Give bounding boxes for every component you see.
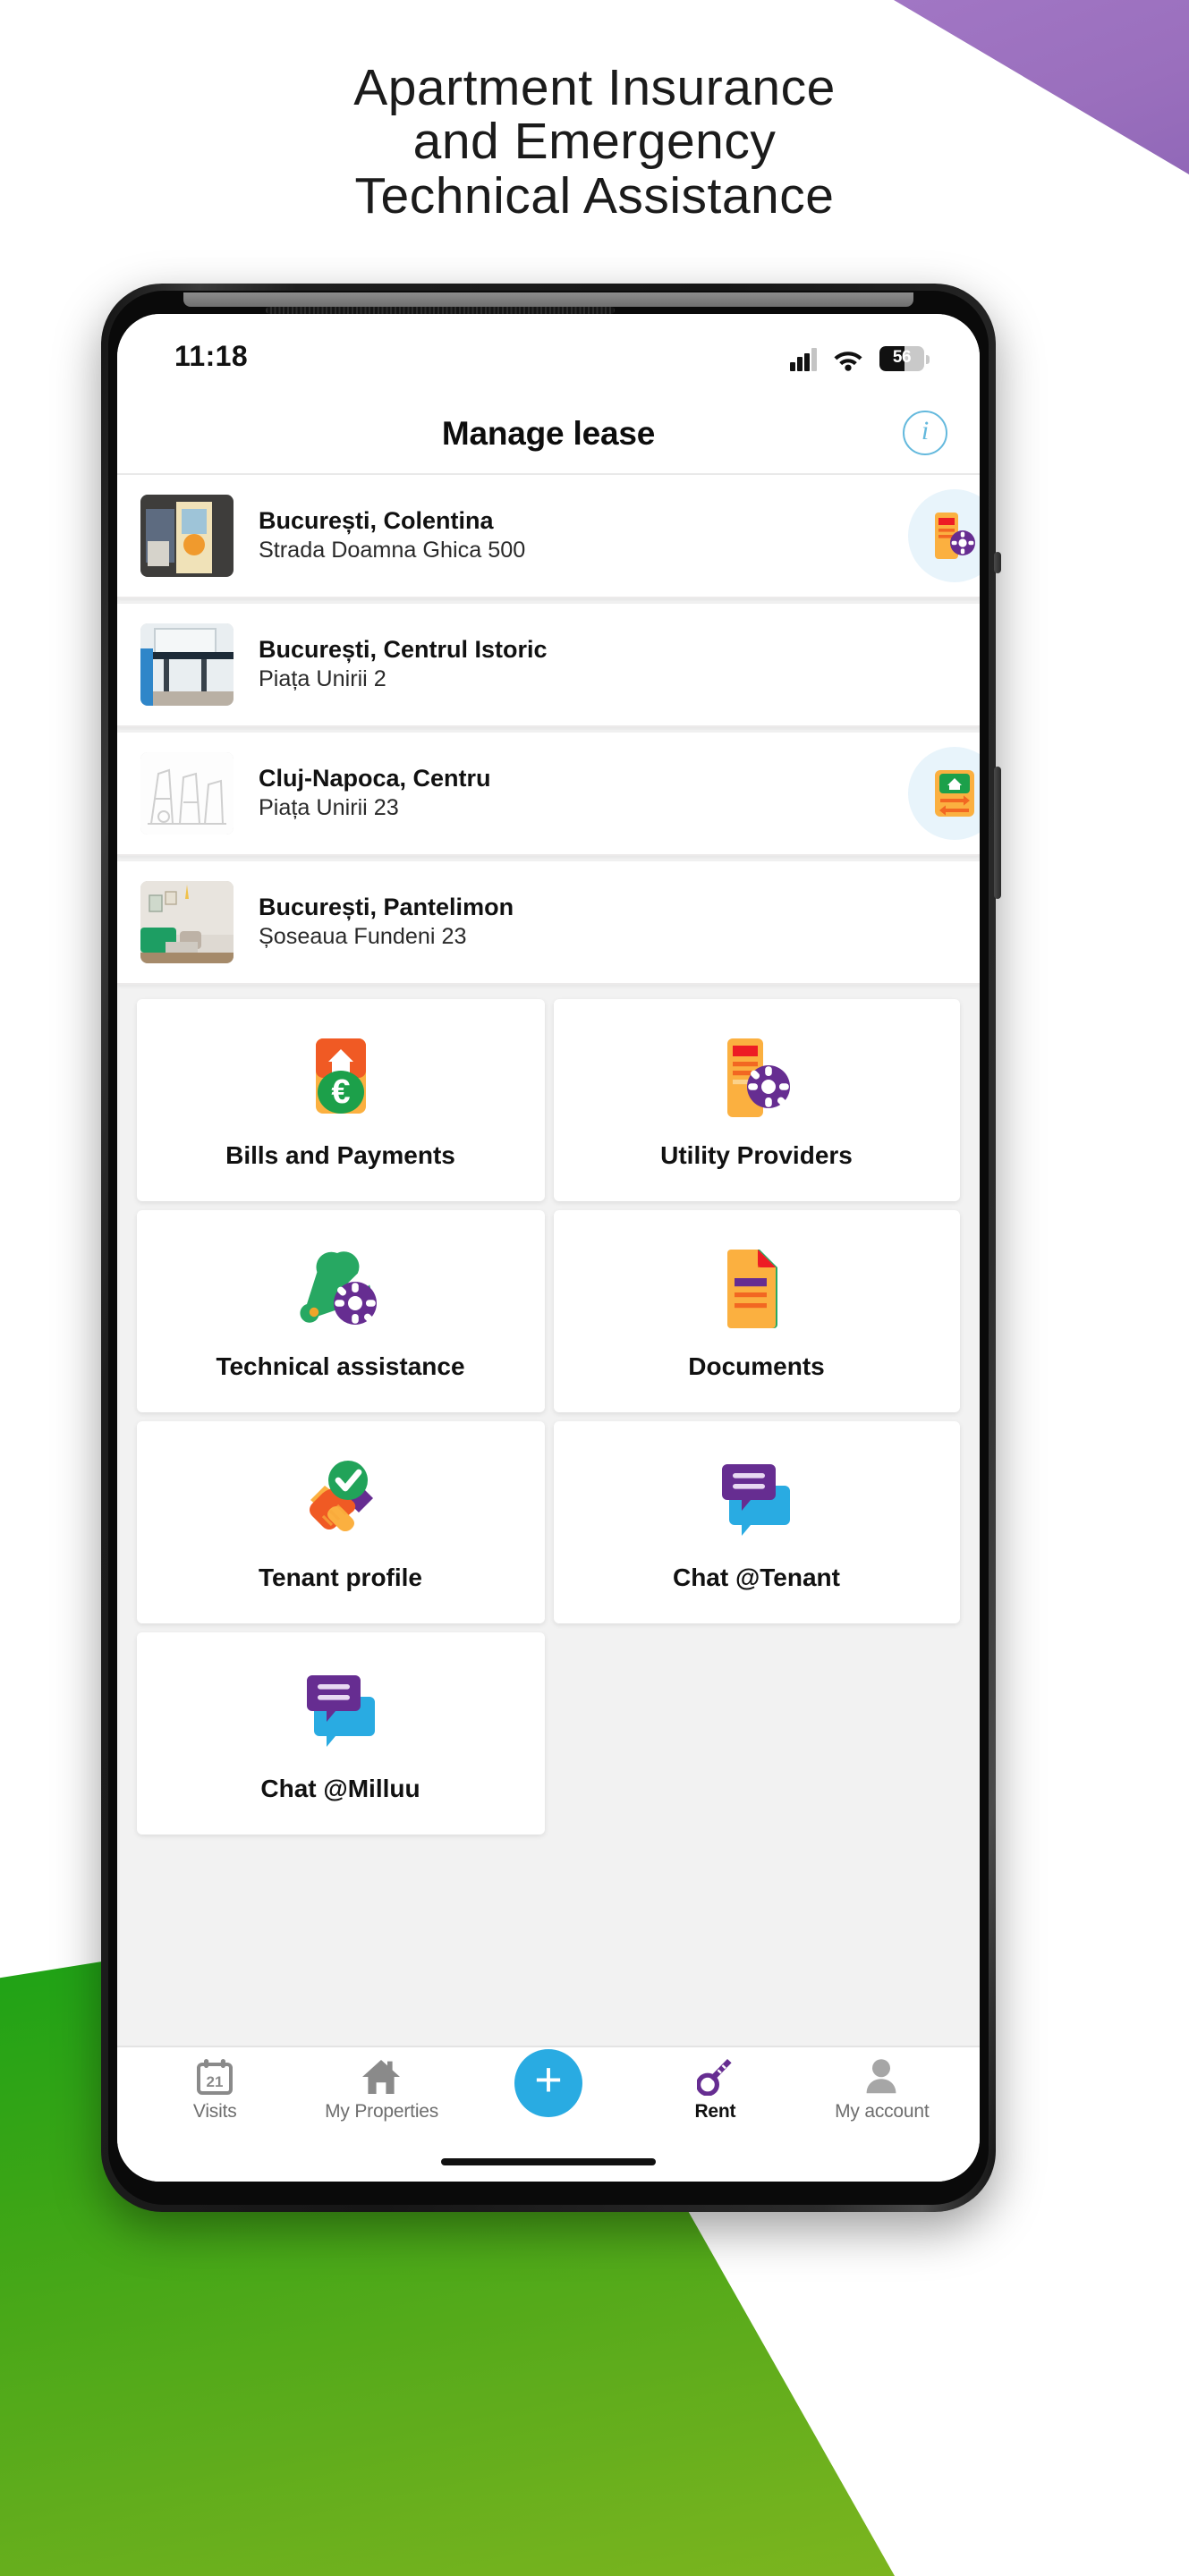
property-row[interactable]: București, Pantelimon Șoseaua Fundeni 23 [117, 861, 980, 985]
nav-label: My account [835, 2101, 930, 2123]
svg-text:€: € [331, 1072, 350, 1110]
tile-label: Technical assistance [216, 1351, 465, 1379]
property-address: Piața Unirii 2 [259, 666, 386, 692]
app-header: Manage lease i [117, 393, 980, 475]
page-title: Apartment Insurance and Emergency Techni… [0, 59, 1189, 225]
move-in-out-icon[interactable] [908, 747, 980, 840]
calendar-icon: 21 [196, 2056, 234, 2096]
utility-providers-icon [718, 1032, 796, 1122]
status-time: 11:18 [174, 343, 249, 373]
plus-fab-icon[interactable]: + [514, 2049, 582, 2117]
home-indicator[interactable] [441, 2158, 656, 2165]
info-circle-icon[interactable]: i [903, 411, 947, 455]
tile-bills-and-payments[interactable]: € Bills and Payments [137, 999, 544, 1201]
property-row[interactable]: Cluj-Napoca, Centru Piața Unirii 23 [117, 733, 980, 856]
tile-chat-tenant[interactable]: Chat @Tenant [553, 1421, 960, 1623]
property-row[interactable]: București, Centrul Istoric Piața Unirii … [117, 604, 980, 727]
nav-label: My Properties [325, 2101, 439, 2123]
screen-content: București, Colentina Strada Doamna Ghica… [117, 475, 980, 2046]
phone-top-trim [183, 292, 913, 307]
nav-label: Rent [694, 2101, 736, 2123]
property-text: București, Colentina Strada Doamna Ghica… [234, 505, 980, 566]
tile-tenant-profile[interactable]: Tenant profile [137, 1421, 544, 1623]
property-title: București, Centrul Istoric [259, 636, 548, 664]
property-address: Strada Doamna Ghica 500 [259, 538, 526, 564]
bills-and-payments-icon: € [301, 1032, 380, 1122]
phone-mockup: 11:18 56 Manage lease i București, Colen… [101, 284, 1001, 2212]
bottom-navigation: 21 Visits My Properties + Rent My accoun… [117, 2046, 980, 2142]
tile-label: Chat @Tenant [672, 1562, 840, 1590]
nav-item-my-properties[interactable]: My Properties [298, 2056, 464, 2123]
chat-bubbles-icon [716, 1454, 798, 1544]
nav-item-my-account[interactable]: My account [799, 2056, 965, 2123]
key-icon [696, 2056, 734, 2096]
battery-icon: 56 [879, 346, 924, 371]
nav-item-visits[interactable]: 21 Visits [132, 2056, 298, 2123]
headline-line-3: Technical Assistance [354, 166, 835, 225]
property-row[interactable]: București, Colentina Strada Doamna Ghica… [117, 475, 980, 598]
property-photo-thumbnail [140, 623, 234, 706]
status-bar: 11:18 56 [117, 314, 980, 393]
home-indicator-area [117, 2142, 980, 2182]
battery-level-label: 56 [892, 348, 912, 368]
feature-tiles-grid: € Bills and Payments Utility Providers T… [117, 990, 980, 1835]
screen-title: Manage lease [441, 413, 656, 451]
tile-label: Chat @Milluu [260, 1773, 420, 1801]
nav-item-add[interactable]: + [465, 2049, 632, 2117]
property-address: Șoseaua Fundeni 23 [259, 924, 467, 950]
nav-item-rent[interactable]: Rent [632, 2056, 798, 2123]
chat-bubbles-icon [300, 1665, 382, 1755]
svg-text:21: 21 [207, 2072, 224, 2089]
person-icon [864, 2056, 900, 2096]
headline-line-1: Apartment Insurance [353, 59, 836, 116]
tile-documents[interactable]: Documents [553, 1210, 960, 1412]
tile-technical-assistance[interactable]: Technical assistance [137, 1210, 544, 1412]
wrench-gear-icon [299, 1243, 382, 1333]
phone-screen: 11:18 56 Manage lease i București, Colen… [117, 314, 980, 2182]
tile-label: Tenant profile [258, 1562, 423, 1590]
property-text: Cluj-Napoca, Centru Piața Unirii 23 [234, 763, 980, 824]
utility-providers-icon[interactable] [908, 489, 980, 582]
battery-nub [926, 354, 930, 363]
property-title: București, Pantelimon [259, 894, 514, 921]
fab-label: + [534, 2053, 563, 2106]
property-list: București, Colentina Strada Doamna Ghica… [117, 475, 980, 985]
tile-utility-providers[interactable]: Utility Providers [553, 999, 960, 1201]
property-text: București, Centrul Istoric Piața Unirii … [234, 634, 980, 695]
earpiece-speaker-icon [266, 307, 615, 314]
house-icon [361, 2056, 403, 2096]
property-photo-thumbnail [140, 881, 234, 963]
tile-label: Utility Providers [660, 1140, 853, 1168]
tile-chat-milluu[interactable]: Chat @Milluu [137, 1632, 544, 1835]
property-title: Cluj-Napoca, Centru [259, 765, 491, 792]
documents-icon [719, 1243, 794, 1333]
signal-bars-icon [790, 347, 817, 370]
handshake-check-icon [300, 1454, 382, 1544]
property-title: București, Colentina [259, 507, 494, 535]
tile-placeholder [553, 1632, 960, 1835]
power-button[interactable] [994, 767, 1001, 899]
nav-label: Visits [192, 2101, 237, 2123]
info-icon-label: i [921, 418, 930, 446]
headline-line-2: and Emergency [412, 113, 777, 171]
wifi-icon [834, 351, 862, 370]
property-sketch-thumbnail [140, 752, 234, 835]
property-photo-thumbnail [140, 495, 234, 577]
property-text: București, Pantelimon Șoseaua Fundeni 23 [234, 892, 980, 953]
status-icons: 56 [790, 346, 930, 371]
tile-label: Documents [688, 1351, 825, 1379]
volume-button[interactable] [994, 552, 1001, 573]
tile-label: Bills and Payments [225, 1140, 455, 1168]
property-address: Piața Unirii 23 [259, 795, 399, 821]
